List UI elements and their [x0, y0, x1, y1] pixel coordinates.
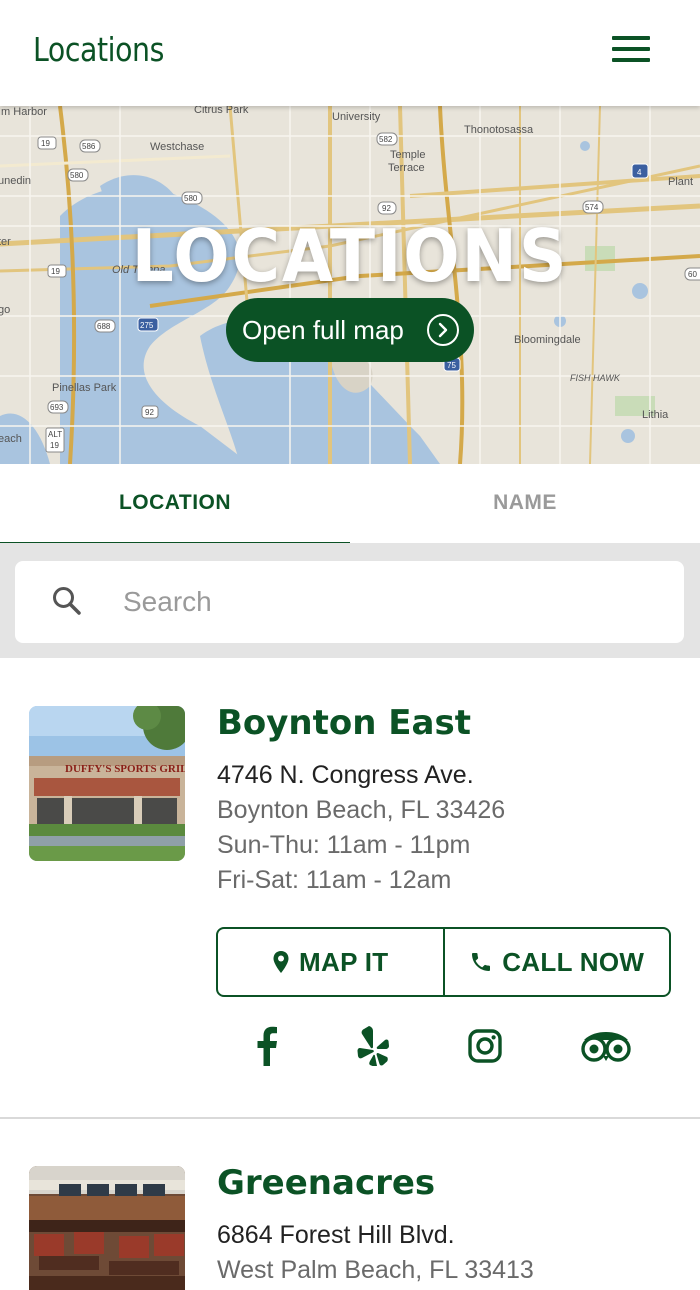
svg-text:4: 4 [637, 168, 642, 177]
search-area [0, 543, 700, 658]
svg-text:Bloomingdale: Bloomingdale [514, 334, 581, 346]
page-title: Locations [33, 30, 164, 69]
hamburger-menu-icon[interactable] [612, 36, 654, 64]
search-box[interactable] [15, 561, 684, 643]
map-it-label: MAP IT [299, 946, 389, 977]
open-full-map-button[interactable]: Open full map [226, 298, 474, 362]
svg-text:Plant: Plant [668, 176, 693, 188]
map-pin-icon [273, 951, 289, 973]
duffys-sign: DUFFY'S SPORTS GRILL [65, 763, 185, 775]
svg-text:ter: ter [0, 236, 11, 248]
svg-text:ALT: ALT [48, 430, 62, 439]
menu-bar [612, 36, 650, 40]
hours-weekday: Sun-Thu: 11am - 11pm [217, 831, 471, 859]
svg-text:Westchase: Westchase [150, 141, 204, 153]
svg-text:Citrus Park: Citrus Park [194, 106, 249, 116]
location-address: 6864 Forest Hill Blvd. West Palm Beach, … [217, 1218, 534, 1288]
svg-text:574: 574 [585, 203, 599, 212]
map-hero[interactable]: Im Harbor Citrus Park University Thonoto… [0, 106, 700, 464]
svg-text:275: 275 [140, 321, 154, 330]
tab-name[interactable]: NAME [350, 464, 700, 546]
location-name: Greenacres [217, 1163, 436, 1203]
call-now-label: CALL NOW [502, 946, 645, 977]
svg-text:586: 586 [82, 142, 96, 151]
svg-text:92: 92 [382, 204, 391, 213]
phone-icon [472, 953, 491, 971]
svg-text:19: 19 [41, 139, 50, 148]
svg-text:Pinellas Park: Pinellas Park [52, 382, 117, 394]
svg-text:19: 19 [50, 441, 59, 450]
hours-weekend: Fri-Sat: 11am - 12am [217, 866, 452, 894]
svg-text:University: University [332, 111, 381, 123]
menu-bar [612, 58, 650, 62]
chevron-right-circle-icon [427, 314, 459, 346]
search-icon [53, 587, 81, 615]
svg-text:580: 580 [70, 171, 84, 180]
location-name: Boynton East [217, 703, 471, 743]
svg-text:Im Harbor: Im Harbor [0, 106, 47, 118]
social-links [216, 1026, 671, 1070]
location-photo: DUFFY'S SPORTS GRILL [29, 706, 185, 861]
city-state-zip: West Palm Beach, FL 33413 [217, 1256, 534, 1284]
sort-tabs: LOCATION NAME [0, 464, 700, 546]
tab-location[interactable]: LOCATION [0, 464, 350, 546]
map-it-button[interactable]: MAP IT [218, 929, 445, 995]
city-state-zip: Boynton Beach, FL 33426 [217, 796, 506, 824]
svg-text:92: 92 [145, 408, 154, 417]
instagram-icon[interactable] [468, 1029, 502, 1063]
menu-bar [612, 47, 650, 51]
location-address: 4746 N. Congress Ave. Boynton Beach, FL … [217, 758, 505, 898]
hero-title: LOCATIONS [131, 214, 569, 298]
call-now-button[interactable]: CALL NOW [445, 929, 670, 995]
street-address: 6864 Forest Hill Blvd. [217, 1221, 455, 1249]
svg-text:Terrace: Terrace [388, 162, 425, 174]
location-card[interactable]: Greenacres 6864 Forest Hill Blvd. West P… [0, 1120, 700, 1290]
svg-text:60: 60 [688, 270, 697, 279]
svg-text:693: 693 [50, 403, 64, 412]
svg-text:unedin: unedin [0, 175, 31, 187]
svg-text:FISH HAWK: FISH HAWK [570, 373, 621, 383]
svg-text:688: 688 [97, 322, 111, 331]
street-address: 4746 N. Congress Ave. [217, 761, 474, 789]
svg-text:Lithia: Lithia [642, 409, 669, 421]
svg-text:582: 582 [379, 135, 393, 144]
svg-text:Temple: Temple [390, 149, 425, 161]
svg-text:go: go [0, 304, 10, 316]
svg-text:75: 75 [447, 361, 456, 370]
location-photo [29, 1166, 185, 1290]
yelp-icon[interactable] [356, 1026, 390, 1066]
svg-text:580: 580 [184, 194, 198, 203]
location-card[interactable]: DUFFY'S SPORTS GRILL Boynton East 4746 N… [0, 658, 700, 1119]
tripadvisor-icon[interactable] [580, 1032, 632, 1062]
search-input[interactable] [123, 577, 663, 627]
app-header: Locations [0, 0, 700, 106]
svg-text:each: each [0, 433, 22, 445]
location-actions: MAP IT CALL NOW [216, 927, 671, 997]
svg-text:Thonotosassa: Thonotosassa [464, 124, 534, 136]
open-full-map-label: Open full map [242, 314, 404, 345]
facebook-icon[interactable] [256, 1026, 278, 1066]
